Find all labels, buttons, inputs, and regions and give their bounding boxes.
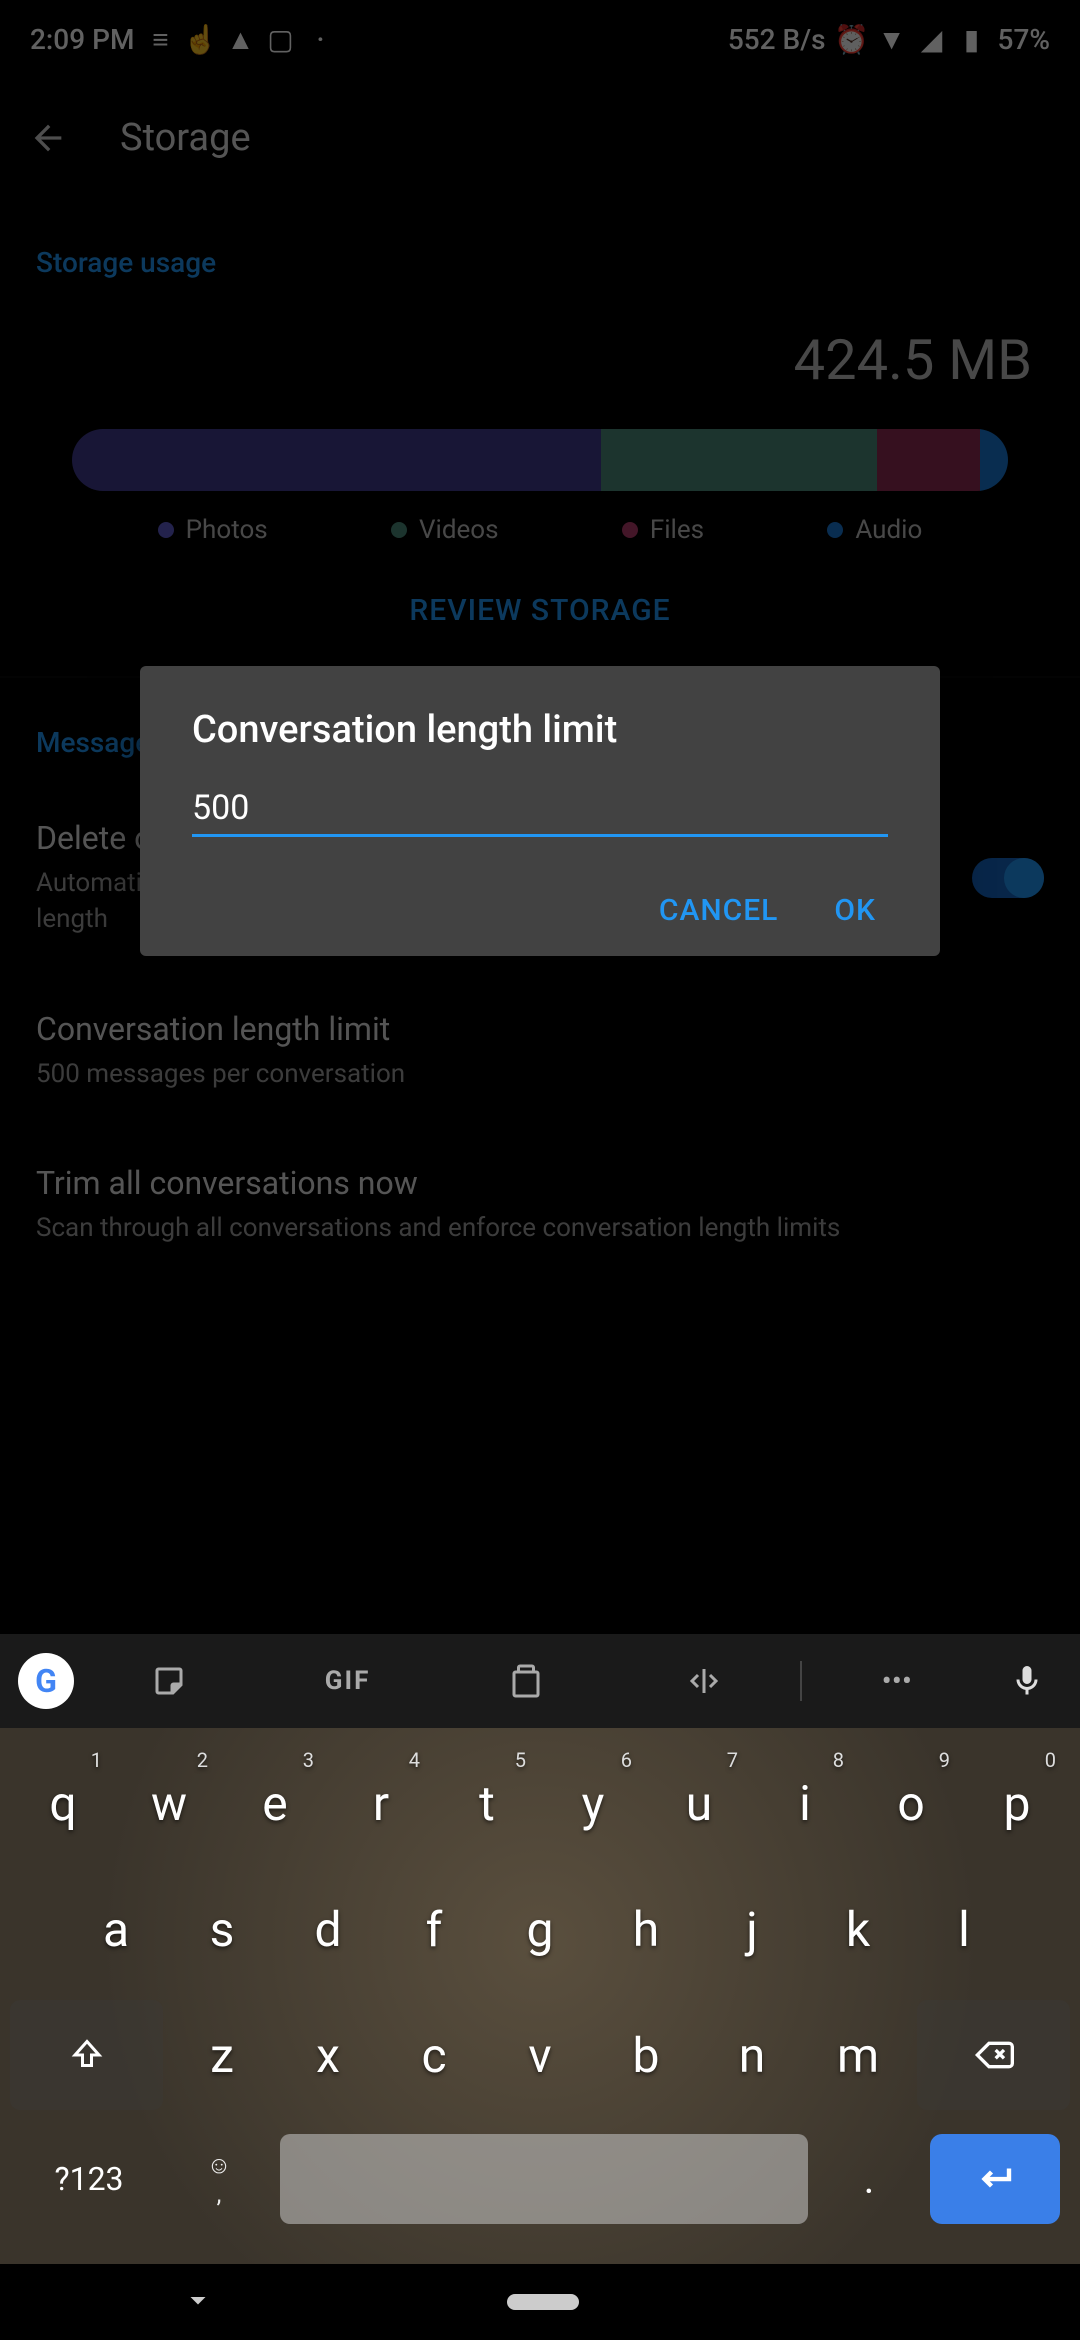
shift-icon [69,2037,105,2073]
period-key[interactable]: . [824,2126,914,2232]
key-a[interactable]: a [63,1866,169,1992]
key-b[interactable]: b [593,1992,699,2118]
spacebar-key[interactable] [280,2134,808,2224]
emoji-key[interactable]: ☺, [174,2126,264,2232]
more-button[interactable]: ••• [814,1664,980,1699]
ok-button[interactable]: OK [834,893,876,928]
keyboard-toolbar: G GIF ••• [0,1634,1080,1728]
symbols-key[interactable]: ?123 [14,2126,164,2232]
key-f[interactable]: f [381,1866,487,1992]
sticker-button[interactable] [86,1663,252,1699]
key-l[interactable]: l [911,1866,1017,1992]
key-h[interactable]: h [593,1866,699,1992]
emoji-icon: ☺ [207,2151,232,2180]
key-n[interactable]: n [699,1992,805,2118]
key-m[interactable]: m [805,1992,911,2118]
key-s[interactable]: s [169,1866,275,1992]
text-select-button[interactable] [621,1663,787,1699]
key-p[interactable]: p0 [964,1740,1070,1866]
nav-bar [0,2264,1080,2340]
key-e[interactable]: e3 [222,1740,328,1866]
key-r[interactable]: r4 [328,1740,434,1866]
gif-button[interactable]: GIF [264,1666,430,1696]
keyboard-hide-button[interactable] [180,2282,216,2322]
keyboard: G GIF ••• q1w2e3r4t5y6u7i8o9p0 asdfghjkl… [0,1634,1080,2340]
home-gesture-pill[interactable] [507,2294,579,2310]
mic-button[interactable] [992,1663,1062,1699]
enter-key[interactable] [930,2134,1060,2224]
key-g[interactable]: g [487,1866,593,1992]
key-c[interactable]: c [381,1992,487,2118]
key-i[interactable]: i8 [752,1740,858,1866]
backspace-key[interactable] [917,2000,1070,2110]
comma-label: , [217,2180,222,2208]
backspace-icon [974,2035,1014,2075]
key-d[interactable]: d [275,1866,381,1992]
enter-icon [974,2158,1016,2200]
key-v[interactable]: v [487,1992,593,2118]
chevron-down-icon [180,2282,216,2318]
key-z[interactable]: z [169,1992,275,2118]
key-q[interactable]: q1 [10,1740,116,1866]
separator [800,1661,802,1701]
shift-key[interactable] [10,2000,163,2110]
dialog-conversation-limit: Conversation length limit CANCEL OK [140,666,940,956]
key-y[interactable]: y6 [540,1740,646,1866]
key-w[interactable]: w2 [116,1740,222,1866]
key-j[interactable]: j [699,1866,805,1992]
keyboard-keys: q1w2e3r4t5y6u7i8o9p0 asdfghjkl zxcvbnm ?… [0,1728,1080,2264]
limit-input[interactable] [192,788,888,828]
key-x[interactable]: x [275,1992,381,2118]
key-u[interactable]: u7 [646,1740,752,1866]
key-k[interactable]: k [805,1866,911,1992]
dialog-title: Conversation length limit [192,708,888,752]
cancel-button[interactable]: CANCEL [659,893,779,928]
clipboard-button[interactable] [443,1663,609,1699]
key-o[interactable]: o9 [858,1740,964,1866]
google-icon[interactable]: G [18,1653,74,1709]
key-t[interactable]: t5 [434,1740,540,1866]
